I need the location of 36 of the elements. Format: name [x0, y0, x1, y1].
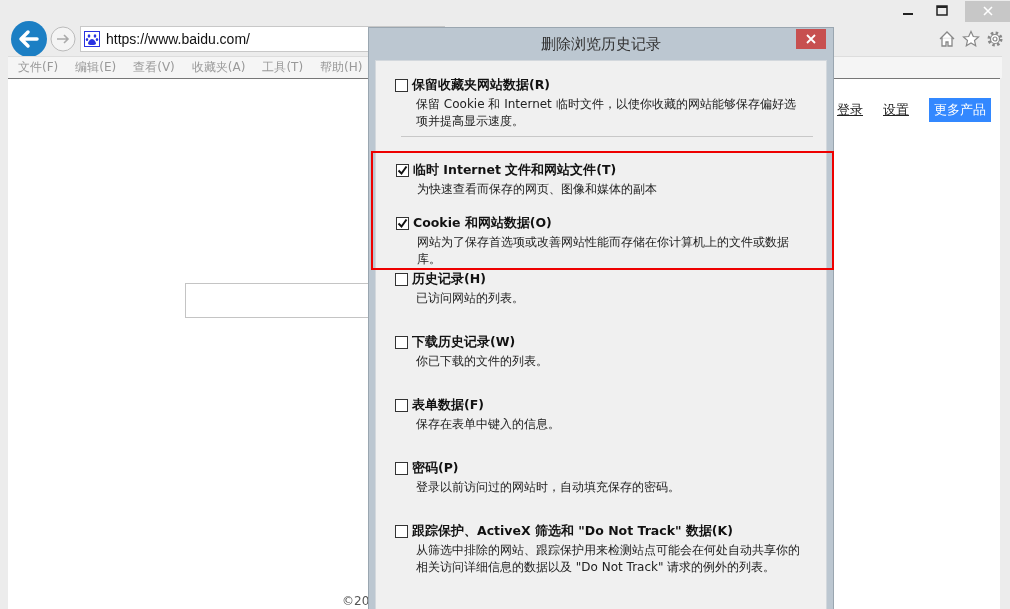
option-description: 保留 Cookie 和 Internet 临时文件，以使你收藏的网站能够保存偏好选项并提高显示速度。	[416, 96, 797, 130]
checkbox[interactable]	[396, 216, 409, 230]
option-label[interactable]: 下载历史记录(W)	[412, 333, 516, 351]
checkbox[interactable]	[395, 272, 408, 286]
maximize-icon[interactable]	[936, 5, 948, 17]
header-link[interactable]: 登录	[837, 101, 863, 119]
option-label[interactable]: 密码(P)	[412, 459, 459, 477]
option-description: 已访问网站的列表。	[416, 290, 525, 307]
checkbox[interactable]	[395, 398, 408, 412]
option-label[interactable]: Cookie 和网站数据(O)	[413, 214, 552, 232]
checkbox[interactable]	[395, 461, 408, 475]
close-icon	[806, 34, 816, 44]
checkbox[interactable]	[395, 335, 408, 349]
option-label[interactable]: 保留收藏夹网站数据(R)	[412, 76, 551, 94]
option-label[interactable]: 跟踪保护、ActiveX 筛选和 "Do Not Track" 数据(K)	[412, 522, 733, 540]
paw-icon	[84, 31, 100, 47]
option-description: 从筛选中排除的网站、跟踪保护用来检测站点可能会在何处自动共享你的相关访问详细信息的数据以及 "Do Not Track" 请求的例外的列表。	[416, 542, 801, 576]
checkbox[interactable]	[395, 78, 408, 92]
option-description: 登录以前访问过的网站时，自动填充保存的密码。	[416, 479, 681, 496]
copyright-text: ©20	[342, 594, 370, 608]
option-description: 你已下载的文件的列表。	[416, 353, 549, 370]
star-icon[interactable]	[962, 30, 980, 48]
checkbox[interactable]	[396, 163, 409, 177]
header-link[interactable]: 设置	[883, 101, 909, 119]
close-icon	[982, 6, 993, 16]
option-label[interactable]: 临时 Internet 文件和网站文件(T)	[413, 161, 617, 179]
option-description: 保存在表单中键入的信息。	[416, 416, 561, 433]
home-icon[interactable]	[938, 30, 956, 48]
dialog-title: 删除浏览历史记录	[541, 34, 661, 54]
option-label[interactable]: 表单数据(F)	[412, 396, 484, 414]
checkbox[interactable]	[395, 524, 408, 538]
dialog-close-button[interactable]	[796, 29, 826, 49]
settings-icon[interactable]	[986, 30, 1004, 48]
option-label[interactable]: 历史记录(H)	[412, 270, 486, 288]
option-description: 为快速查看而保存的网页、图像和媒体的副本	[417, 181, 658, 198]
option-description: 网站为了保存首选项或改善网站性能而存储在你计算机上的文件或数据库。	[417, 234, 790, 268]
